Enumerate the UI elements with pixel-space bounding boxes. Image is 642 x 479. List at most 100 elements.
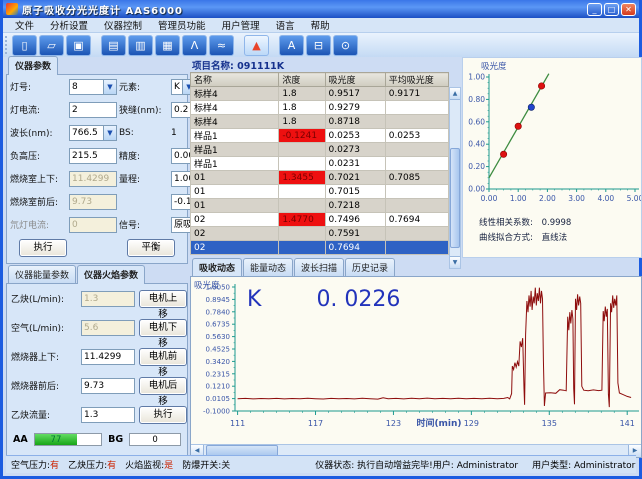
cell-concentration (279, 157, 325, 171)
motor-back-button[interactable]: 电机后移 (139, 377, 187, 395)
column-header-2[interactable]: 吸光度 (325, 73, 385, 87)
table-row[interactable]: 010.7218 (191, 199, 449, 213)
table-row[interactable]: 标样41.80.8718 (191, 115, 449, 129)
minimize-button[interactable]: _ (587, 3, 602, 16)
chevron-down-icon[interactable]: ▼ (103, 125, 117, 141)
menu-仪器控制[interactable]: 仪器控制 (96, 18, 150, 32)
lamp-panel-1-icon[interactable]: ▤ (101, 35, 126, 56)
cell-name: 01 (191, 185, 279, 199)
param-row: 灯电流:2狭缝(nm):0.2▼ (7, 98, 187, 121)
power-icon[interactable]: ⊙ (333, 35, 358, 56)
tab-absorption-dynamic[interactable]: 吸收动态 (192, 258, 242, 277)
open-icon[interactable]: ▱ (39, 35, 64, 56)
tab-flame-params[interactable]: 仪器火焰参数 (77, 265, 145, 284)
status-乙炔压力: 乙炔压力:有 (68, 461, 116, 471)
cell-avg-absorbance (385, 227, 448, 241)
cell-name: 02 (191, 227, 279, 241)
lamp-panel-3-icon[interactable]: ▦ (155, 35, 180, 56)
status-火焰监视: 火焰监视:是 (125, 461, 173, 471)
table-row[interactable]: 样品1-0.12410.02530.0253 (191, 129, 449, 143)
column-header-0[interactable]: 名称 (191, 73, 279, 87)
wavelength-select[interactable]: 766.5▼ (69, 125, 117, 141)
lamp-panel-3-glyph: ▦ (162, 39, 172, 52)
lamp-number-select[interactable]: 8▼ (69, 79, 117, 95)
table-row[interactable]: 标样41.80.9279 (191, 101, 449, 115)
cell-name: 01 (191, 199, 279, 213)
titlebar[interactable]: 原子吸收分光光度计 AAS6000 _□✕ (3, 0, 639, 18)
cell-absorbance: 0.7021 (325, 171, 385, 185)
tab-energy-dynamic[interactable]: 能量动态 (243, 258, 293, 276)
burner-frontback-input[interactable]: 9.73 (81, 378, 135, 394)
lamp-panel-2-icon[interactable]: ▥ (128, 35, 153, 56)
scroll-thumb[interactable] (450, 148, 460, 248)
chevron-down-icon[interactable]: ▼ (103, 79, 117, 95)
cell-avg-absorbance (385, 241, 448, 255)
svg-text:0.1210: 0.1210 (206, 383, 231, 391)
cell-concentration: 1.8 (279, 87, 325, 101)
power-glyph: ⊙ (341, 39, 350, 52)
dynamic-panel: 吸收动态能量动态波长扫描历史记录 吸光度 K 0. 0226 1.00500.8… (190, 259, 642, 458)
cell-concentration (279, 143, 325, 157)
menu-分析设置[interactable]: 分析设置 (42, 18, 96, 32)
svg-text:1.00: 1.00 (468, 73, 485, 82)
table-row[interactable]: 样品10.0231 (191, 157, 449, 171)
tab-wavelength-scan[interactable]: 波长扫描 (294, 258, 344, 276)
motor-forward-button[interactable]: 电机前移 (139, 348, 187, 366)
motor-up-button[interactable]: 电机上移 (139, 290, 187, 308)
cell-concentration: 1.4770 (279, 213, 325, 227)
scroll-up-arrow[interactable]: ▲ (450, 88, 460, 100)
acetylene-label: 乙炔(L/min): (11, 292, 77, 305)
column-header-1[interactable]: 浓度 (279, 73, 325, 87)
table-row[interactable]: 010.7015 (191, 185, 449, 199)
status-label: 火焰监视: (125, 461, 164, 471)
menu-语言[interactable]: 语言 (268, 18, 303, 32)
autosampler-icon[interactable]: A (279, 35, 304, 56)
table-row[interactable]: 样品10.0273 (191, 143, 449, 157)
svg-text:0.20: 0.20 (468, 162, 485, 171)
element-label: 元素: (119, 80, 169, 93)
bg-label: BG (108, 434, 123, 445)
cell-avg-absorbance (385, 157, 448, 171)
table-vertical-scrollbar[interactable]: ▲ ▼ (449, 87, 461, 269)
tab-instrument-params[interactable]: 仪器参数 (8, 56, 58, 75)
cell-avg-absorbance (385, 115, 448, 129)
flame-execute-button[interactable]: 执行 (139, 406, 187, 424)
results-table: 名称浓度吸光度平均吸光度 标样41.80.95170.9171标样41.80.9… (190, 72, 449, 255)
tab-history[interactable]: 历史记录 (345, 258, 395, 276)
motor-down-button[interactable]: 电机下移 (139, 319, 187, 337)
save-icon[interactable]: ▣ (66, 35, 91, 56)
table-row[interactable]: 标样41.80.95170.9171 (191, 87, 449, 101)
cell-concentration: 1.3455 (279, 171, 325, 185)
table-row[interactable]: 020.7694 (191, 241, 449, 255)
svg-text:0.80: 0.80 (468, 95, 485, 104)
gas-control-icon[interactable]: ≈ (209, 35, 234, 56)
table-row[interactable]: 021.47700.74960.7694 (191, 213, 449, 227)
wavelength-peak-icon[interactable]: Λ (182, 35, 207, 56)
maximize-button[interactable]: □ (604, 3, 619, 16)
menu-文件[interactable]: 文件 (7, 18, 42, 32)
burner-updown-input[interactable]: 11.4299 (81, 349, 135, 365)
flame-icon[interactable]: ▲ (244, 35, 269, 56)
negative-hv-input[interactable]: 215.5 (69, 148, 117, 164)
lamp-current-input[interactable]: 2 (69, 102, 117, 118)
slit-label: 狭缝(nm): (119, 103, 169, 116)
menu-用户管理[interactable]: 用户管理 (214, 18, 268, 32)
svg-text:0.7840: 0.7840 (206, 308, 231, 316)
cell-avg-absorbance: 0.9171 (385, 87, 448, 101)
tab-energy-params[interactable]: 仪器能量参数 (8, 265, 76, 283)
instrument-status-label: 仪器状态: (315, 461, 354, 471)
menu-管理员功能[interactable]: 管理员功能 (150, 18, 214, 32)
column-header-3[interactable]: 平均吸光度 (385, 73, 448, 87)
svg-text:0.8945: 0.8945 (206, 296, 231, 304)
print-icon[interactable]: ⊟ (306, 35, 331, 56)
close-button[interactable]: ✕ (621, 3, 636, 16)
acetylene-flow-input[interactable]: 1.3 (81, 407, 135, 423)
table-row[interactable]: 011.34550.70210.7085 (191, 171, 449, 185)
window-title: 原子吸收分光光度计 AAS6000 (22, 2, 183, 17)
new-icon[interactable]: ▯ (12, 35, 37, 56)
menu-帮助[interactable]: 帮助 (303, 18, 338, 32)
execute-button[interactable]: 执行 (19, 239, 67, 257)
table-row[interactable]: 020.7591 (191, 227, 449, 241)
balance-button[interactable]: 平衡 (127, 239, 175, 257)
wavelength-label: 波长(nm): (10, 126, 67, 139)
